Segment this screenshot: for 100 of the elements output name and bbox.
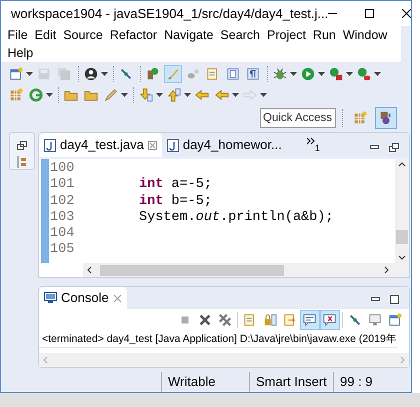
document-icon [206,67,220,81]
perspective-button[interactable] [375,107,397,129]
status-text: Writable [161,372,249,392]
menu-item[interactable]: Help [4,44,37,62]
code-line: System.out.println(a&b); [139,210,334,226]
monitor-icon [368,313,382,327]
scroll-thumb[interactable] [396,230,408,244]
caret-icon[interactable] [26,72,33,76]
grid-icon [9,88,23,102]
line-number: 104 [49,226,76,242]
caret-icon[interactable] [121,93,128,97]
outline-icon[interactable] [17,156,27,168]
scroll-right-icon[interactable] [384,266,389,274]
folder-icon [84,88,98,102]
brush-icon [166,67,180,81]
save-all-icon [57,67,71,81]
page-icon [226,67,240,81]
minimize-icon[interactable] [371,296,380,302]
menu-item[interactable]: Search [216,26,264,44]
quick-access-field[interactable]: Quick Access [260,108,336,128]
window-title: workspace1904 - javaSE1904_1/src/day4/day4_test.j... [11,4,328,23]
back-icon [195,88,209,102]
console-tool-button[interactable] [320,310,340,330]
caret-icon[interactable] [346,72,353,76]
menu-item[interactable]: File [4,26,32,44]
scroll-lock-icon [263,313,277,327]
caret-icon[interactable] [290,72,297,76]
error-bubble-icon [323,313,337,327]
caret-icon[interactable] [184,93,191,97]
right-arrow-icon [243,88,257,102]
scroll-thumb[interactable] [100,264,284,276]
line-number: 101 [49,177,76,194]
java-file-icon [44,138,56,152]
line-number: 103 [49,210,76,226]
previous-annotation-icon [167,88,181,102]
new-window-icon [388,313,402,327]
speech-bubble-icon [303,313,317,327]
pencil-icon [104,88,118,102]
code-line: int a=-5; [139,177,212,194]
line-number: 105 [49,242,76,259]
menu-item[interactable]: Source [60,26,106,44]
pilcrow-icon [246,67,260,81]
code-line: int b=-5; [139,194,212,210]
console-header: <terminated> day4_test [Java Application] D:\Java\jre\bin\javaw.exe (2019年 [42,331,397,347]
scroll-down-icon[interactable] [398,255,406,260]
external-tools-icon [357,67,371,81]
caret-icon[interactable] [101,72,108,76]
remove-all-icon [218,313,232,327]
pin-icon [348,313,362,327]
marker-icon [186,67,200,81]
menu-item[interactable]: Navigate [160,26,217,44]
tip-icon [146,67,160,81]
horizontal-scrollbar[interactable] [83,263,409,277]
left-arrow-icon [215,88,229,102]
person-icon [84,67,98,81]
next-annotation-icon [139,88,153,102]
overflow-count: 1 [314,142,320,155]
save-icon [37,67,51,81]
monitor-icon [44,292,57,304]
console-tab[interactable]: Console [39,287,127,309]
play-icon [301,67,315,81]
overflow-icon[interactable] [306,137,315,145]
remove-icon [198,313,212,327]
console-tool-button[interactable] [300,310,320,330]
word-wrap-icon [283,313,297,327]
toolbar-button[interactable] [82,65,100,83]
caret-icon[interactable] [374,72,381,76]
caret-icon[interactable] [156,93,163,97]
maximize-icon[interactable] [365,9,374,18]
vertical-scrollbar[interactable] [395,159,409,263]
menu-item[interactable]: Window [339,26,391,44]
coverage-icon [329,67,343,81]
menu-item[interactable]: Edit [31,26,60,44]
editor-tab[interactable]: day4_test.java [39,133,162,157]
scroll-up-icon[interactable] [398,162,406,167]
pin-icon [119,67,133,81]
close-icon[interactable] [402,9,412,18]
status-text: Smart Insert [249,372,333,392]
maximize-icon[interactable] [390,294,399,304]
scroll-left-icon[interactable] [87,266,92,274]
restore-icon[interactable] [389,142,399,152]
new-window-icon [9,67,23,81]
caret-icon[interactable] [318,72,325,76]
bug-icon [273,67,287,81]
document-icon [243,313,257,327]
minimize-icon[interactable] [370,144,379,150]
line-number: 102 [49,194,76,210]
java-file-icon [166,138,179,152]
menu-item[interactable]: Run [309,26,340,44]
caret-icon[interactable] [46,93,53,97]
java-perspective-icon [379,111,393,125]
caret-icon[interactable] [232,93,239,97]
line-number: 100 [49,161,76,178]
menu-item[interactable]: Project [264,26,310,44]
menu-item[interactable]: Refactor [106,26,161,44]
editor-tab[interactable]: day4_homewor... [162,133,287,157]
status-text: 99 : 9 [333,372,393,392]
refresh-icon [29,88,43,102]
grid-icon [353,111,367,125]
restore-icon[interactable] [17,141,27,150]
